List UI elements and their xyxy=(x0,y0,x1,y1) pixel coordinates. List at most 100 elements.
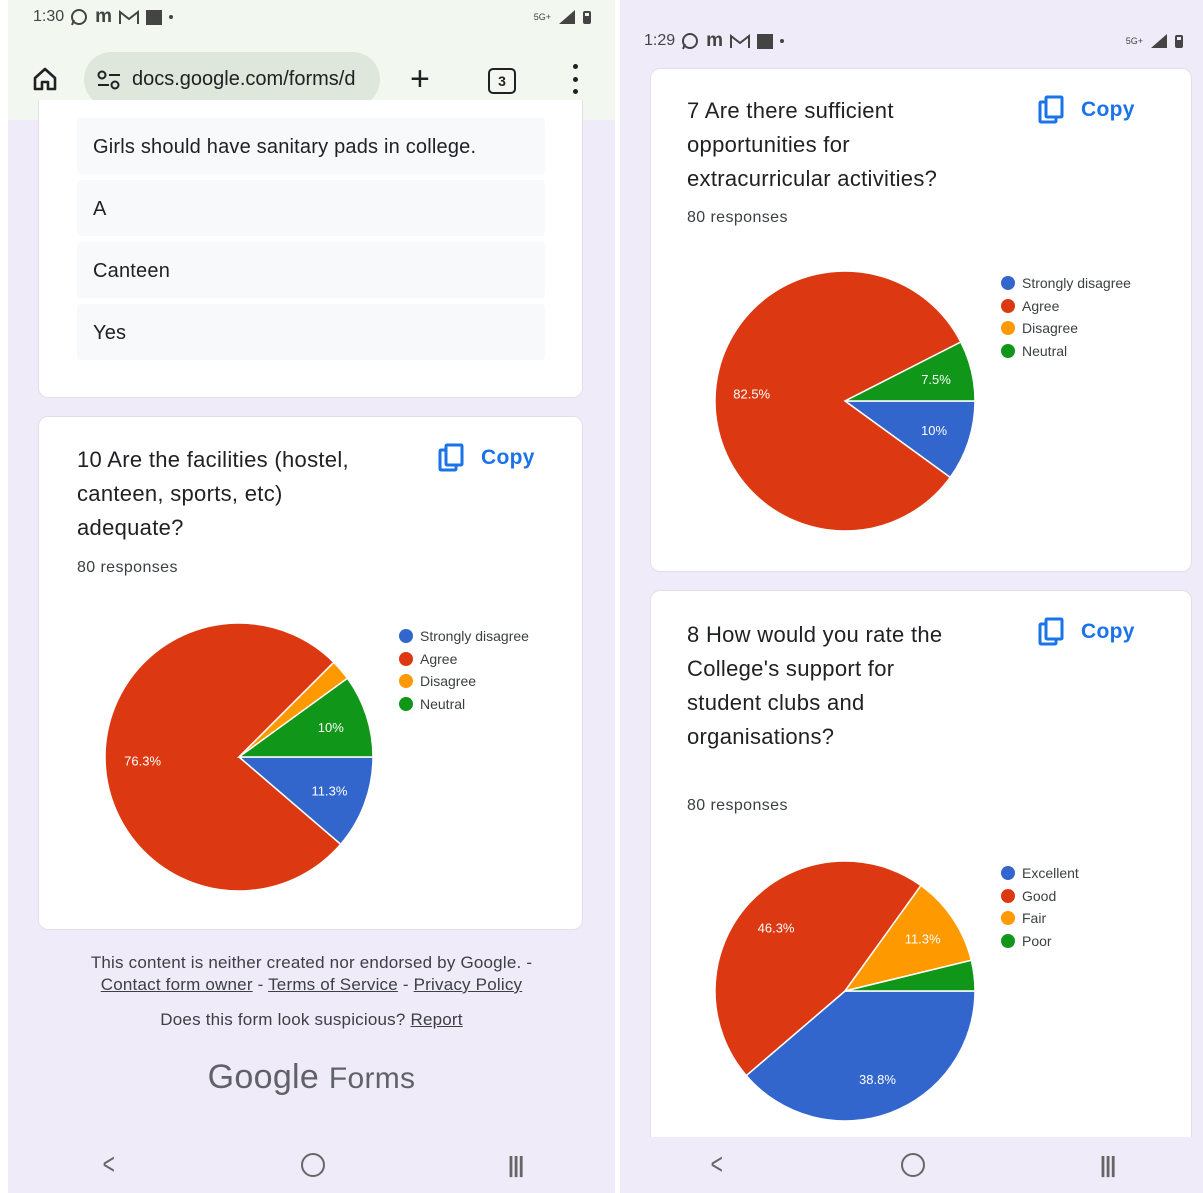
url-text: docs.google.com/forms/d xyxy=(132,68,356,90)
legend-swatch xyxy=(1001,298,1015,313)
address-bar[interactable]: docs.google.com/forms/d xyxy=(84,52,380,107)
chart-legend: Strongly disagree Agree Disagree Neutral xyxy=(1001,272,1131,362)
recents-icon[interactable]: ||| xyxy=(508,1152,525,1178)
legend-label: Fair xyxy=(1022,910,1047,927)
question-card-8: 8 How would you rate the College's suppo… xyxy=(650,590,1192,1150)
answer-item: Canteen xyxy=(77,242,545,298)
site-settings-icon[interactable] xyxy=(96,70,122,90)
legend-swatch xyxy=(399,629,413,644)
pie-chart: 38.8% 46.3% 11.3% xyxy=(714,860,976,1122)
battery-icon xyxy=(583,10,591,24)
google-forms-logo: Google Forms xyxy=(207,1058,416,1096)
pie-slice-label: 7.5% xyxy=(921,372,951,387)
android-nav-bar: < ||| xyxy=(8,1137,615,1193)
notification-dot-icon xyxy=(780,39,785,43)
contact-owner-link[interactable]: Contact form owner xyxy=(101,975,253,994)
legend-label: Neutral xyxy=(420,695,466,712)
question-card-10: 10 Are the facilities (hostel, canteen, … xyxy=(38,416,583,930)
legend-item: Good xyxy=(1001,885,1079,908)
pie-slice-label: 82.5% xyxy=(733,387,770,402)
left-screenshot: 1:30 m 5G+ docs.google.com/forms/d + 3 G… xyxy=(8,0,615,1193)
pie-slice-label: 10% xyxy=(318,720,344,735)
legend-item: Strongly disagree xyxy=(399,625,529,648)
legend-item: Poor xyxy=(1001,930,1079,953)
pie-slice-label: 10% xyxy=(921,423,947,438)
signal-icon xyxy=(1151,34,1167,48)
m-icon: m xyxy=(95,6,113,27)
recents-icon[interactable]: ||| xyxy=(1100,1152,1117,1178)
legend-swatch xyxy=(1001,911,1015,926)
legend-label: Agree xyxy=(1022,297,1060,314)
more-options-icon[interactable] xyxy=(570,64,580,94)
network-type: 5G+ xyxy=(1125,36,1143,46)
chart-legend: Excellent Good Fair Poor xyxy=(1001,862,1079,952)
disclaimer: This content is neither created nor endo… xyxy=(90,953,533,994)
legend-swatch xyxy=(1001,933,1015,948)
pie-slice-label: 46.3% xyxy=(758,921,795,936)
right-screenshot: 1:29 m 5G+ 7 Are there sufficient opport… xyxy=(620,0,1203,1193)
legend-label: Agree xyxy=(420,650,458,667)
suspicious-text: Does this form look suspicious? Report xyxy=(160,1010,463,1029)
legend-label: Disagree xyxy=(420,673,477,690)
home-circle-icon[interactable] xyxy=(900,1153,925,1177)
notification-dot-icon xyxy=(169,15,174,19)
legend-label: Strongly disagree xyxy=(1022,275,1131,292)
tab-switcher-button[interactable]: 3 xyxy=(488,68,516,94)
pie-slice-label: 11.3% xyxy=(312,784,348,799)
legend-item: Excellent xyxy=(1001,862,1079,885)
new-tab-icon[interactable]: + xyxy=(410,62,430,96)
status-time: 1:30 xyxy=(33,8,65,25)
legend-label: Strongly disagree xyxy=(420,628,529,645)
chart-legend: Strongly disagree Agree Disagree Neutral xyxy=(399,625,529,715)
network-type: 5G+ xyxy=(533,12,551,22)
status-bar: 1:29 m 5G+ xyxy=(644,30,1183,52)
legend-item: Agree xyxy=(1001,295,1131,318)
legend-item: Fair xyxy=(1001,907,1079,930)
square-icon xyxy=(146,9,163,25)
home-icon[interactable] xyxy=(32,66,58,92)
legend-swatch xyxy=(1001,276,1015,291)
legend-swatch xyxy=(1001,888,1015,903)
terms-link[interactable]: Terms of Service xyxy=(268,975,398,994)
answer-item: Yes xyxy=(77,304,545,360)
answer-item: A xyxy=(77,180,545,236)
m-icon: m xyxy=(706,30,724,51)
legend-swatch xyxy=(1001,343,1015,358)
back-icon[interactable]: < xyxy=(710,1148,722,1182)
privacy-link[interactable]: Privacy Policy xyxy=(414,975,523,994)
square-icon xyxy=(757,33,774,49)
legend-swatch xyxy=(399,674,413,689)
whatsapp-icon xyxy=(682,33,699,50)
legend-item: Agree xyxy=(399,648,529,671)
gmail-icon xyxy=(730,33,751,48)
pie-slice-label: 38.8% xyxy=(859,1072,896,1087)
legend-item: Neutral xyxy=(1001,340,1131,363)
signal-icon xyxy=(559,10,575,24)
legend-item: Strongly disagree xyxy=(1001,272,1131,295)
gmail-icon xyxy=(119,9,140,24)
legend-label: Poor xyxy=(1022,932,1052,949)
legend-label: Excellent xyxy=(1022,865,1079,882)
pie-slice-label: 76.3% xyxy=(124,754,161,769)
pie-slice-label: 11.3% xyxy=(905,932,941,947)
question-card-7: 7 Are there sufficient opportunities for… xyxy=(650,68,1192,572)
battery-icon xyxy=(1175,34,1183,48)
legend-swatch xyxy=(1001,321,1015,336)
legend-item: Disagree xyxy=(1001,317,1131,340)
legend-label: Neutral xyxy=(1022,342,1068,359)
legend-item: Disagree xyxy=(399,670,529,693)
android-nav-bar: < ||| xyxy=(620,1137,1203,1193)
home-circle-icon[interactable] xyxy=(300,1153,325,1177)
legend-item: Neutral xyxy=(399,693,529,716)
back-icon[interactable]: < xyxy=(102,1148,114,1182)
answers-card: Girls should have sanitary pads in colle… xyxy=(38,100,583,398)
whatsapp-icon xyxy=(71,9,88,26)
legend-swatch xyxy=(399,696,413,711)
legend-label: Disagree xyxy=(1022,320,1079,337)
report-link[interactable]: Report xyxy=(410,1010,462,1029)
status-bar: 1:30 m 5G+ xyxy=(33,6,591,28)
legend-swatch xyxy=(399,651,413,666)
legend-swatch xyxy=(1001,866,1015,881)
answer-item: Girls should have sanitary pads in colle… xyxy=(77,118,545,174)
status-time: 1:29 xyxy=(644,32,676,49)
